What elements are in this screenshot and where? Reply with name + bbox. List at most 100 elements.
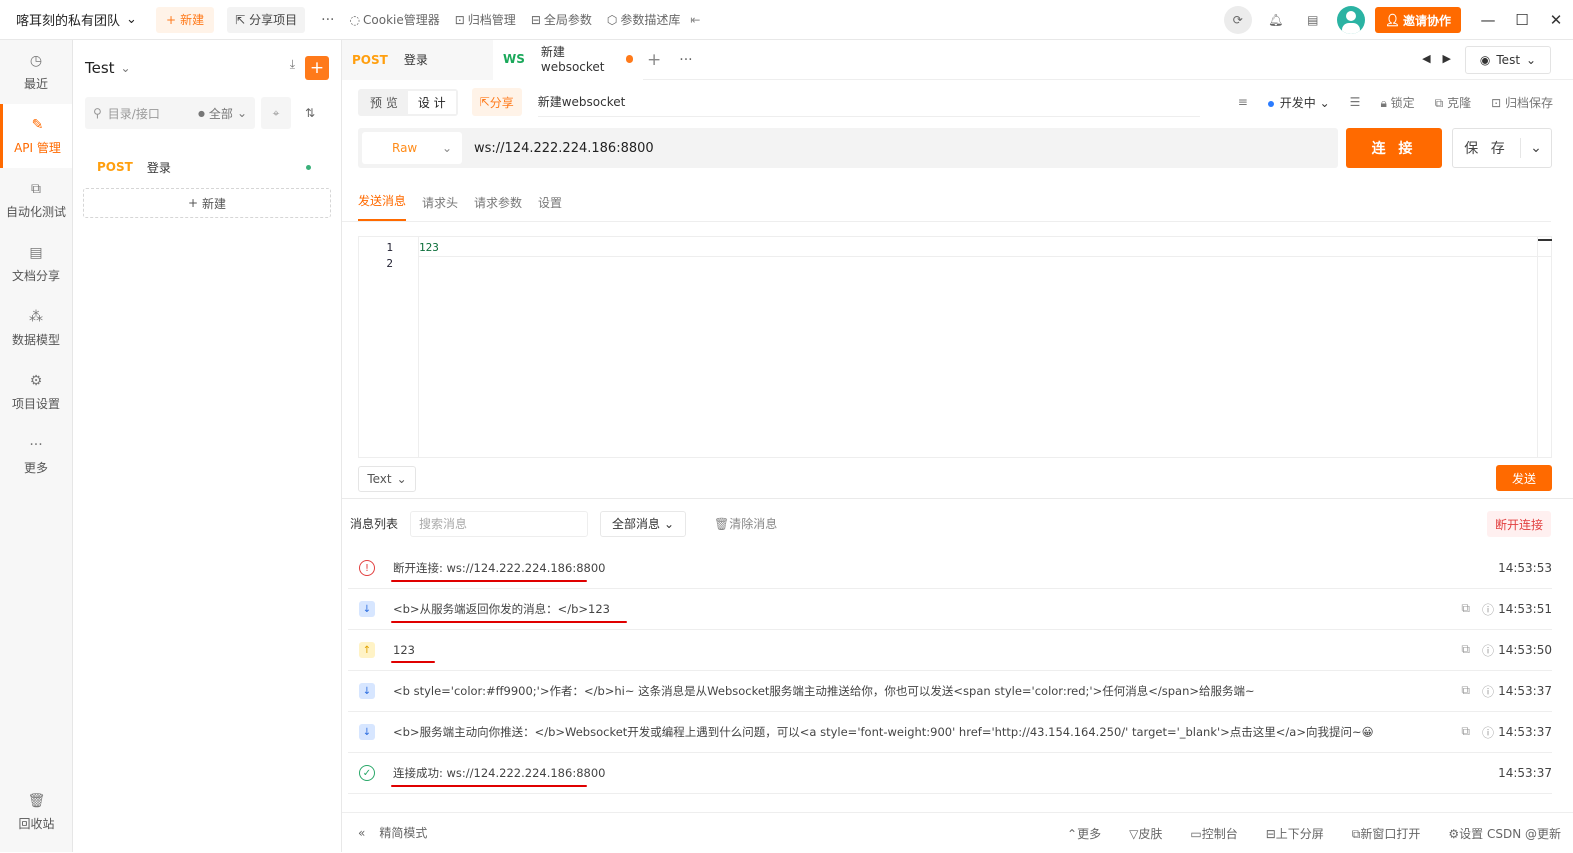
info-icon[interactable]: ⓘ (1482, 642, 1494, 659)
import-icon[interactable]: ⤓ (290, 57, 295, 72)
avatar[interactable] (1336, 6, 1365, 34)
message-search-input[interactable]: 搜索消息 (410, 510, 589, 537)
global-params-button[interactable]: ⊟ 全局参数 (531, 11, 592, 28)
tab-login[interactable]: POST 登录 (342, 39, 493, 80)
format-selector[interactable]: Text ⌄ (358, 466, 416, 492)
locate-icon[interactable]: ⌖ (261, 97, 291, 129)
message-filter[interactable]: 全部消息 ⌄ (600, 510, 687, 537)
team-name: 喀耳刻的私有团队 (16, 14, 121, 29)
url-input[interactable]: ws://124.222.224.186:8800 (474, 141, 654, 156)
chevron-down-icon[interactable]: ⌄ (121, 61, 131, 75)
copy-icon[interactable]: ⧉ (1461, 724, 1470, 741)
param-library-button[interactable]: ⬡ 参数描述库 (607, 11, 681, 28)
chevron-down-icon: ⌄ (396, 472, 407, 486)
tree-filter[interactable]: ● 全部 ⌄ (198, 105, 247, 122)
nav-automation-test[interactable]: ⧉ 自动化测试 (0, 168, 72, 232)
footer-skin[interactable]: ▽皮肤 (1129, 825, 1162, 842)
nav-doc-share[interactable]: ▤ 文档分享 (0, 232, 72, 296)
preview-tab[interactable]: 预 览 (360, 91, 408, 114)
clear-messages-button[interactable]: 🗑︎清除消息 (714, 515, 777, 532)
save-button[interactable]: 保 存 ⌄ (1452, 128, 1552, 168)
minimize-icon[interactable]: — (1471, 0, 1505, 40)
tree-new-button[interactable]: + 新建 (83, 188, 331, 218)
sort-icon[interactable]: ⇅ (297, 97, 323, 129)
search-placeholder: 目录/接口 (107, 106, 160, 121)
trash-icon: 🗑︎ (27, 792, 46, 809)
disconnect-button[interactable]: 断开连接 (1486, 511, 1551, 537)
tab-params[interactable]: 请求参数 (474, 194, 522, 221)
code-area[interactable]: 123 (419, 237, 1552, 457)
send-button[interactable]: 发送 (1496, 465, 1552, 491)
nav-more[interactable]: ··· 更多 (0, 424, 72, 488)
info-icon[interactable]: ⓘ (1482, 683, 1494, 700)
protocol-selector[interactable]: Raw ⌄ (362, 132, 462, 164)
footer-console[interactable]: ▭控制台 (1190, 825, 1237, 842)
project-selector[interactable]: Test (85, 59, 115, 77)
environment-selector[interactable]: ◉ Test ⌄ (1465, 46, 1551, 74)
nav-project-settings[interactable]: ⚙ 项目设置 (0, 360, 72, 424)
nav-recycle-bin[interactable]: 🗑︎ 回收站 (0, 780, 73, 844)
outline-icon[interactable]: ☰ (1350, 95, 1361, 109)
new-button[interactable]: + 新建 (156, 6, 215, 33)
api-name-field[interactable]: 新建websocket (537, 87, 1200, 117)
tab-websocket[interactable]: WS 新建websocket (493, 39, 643, 80)
invite-button[interactable]: 👤︎ 邀请协作 (1374, 7, 1461, 33)
sync-icon[interactable]: ⟳ (1223, 6, 1252, 34)
arrow-right-icon[interactable]: ▶ (1443, 52, 1451, 65)
arrow-down-icon: ↓ (359, 601, 375, 617)
tree-item-login[interactable]: POST 登录 (73, 146, 341, 188)
copy-icon[interactable]: ⧉ (1461, 642, 1470, 659)
format-icon[interactable]: ≡ (1238, 95, 1248, 109)
bell-icon[interactable]: 🔔︎ (1263, 7, 1289, 33)
tab-send-message[interactable]: 发送消息 (358, 192, 407, 221)
maximize-icon[interactable]: ☐ (1505, 0, 1539, 40)
lock-button[interactable]: 🔒︎ 锁定 (1380, 94, 1414, 111)
notes-icon[interactable]: ▤ (1300, 7, 1326, 33)
team-selector[interactable]: 喀耳刻的私有团队 ⌄ (16, 10, 144, 29)
nav-api-management[interactable]: ✎ API 管理 (0, 104, 72, 168)
chevron-down-icon[interactable]: ⌄ (1521, 140, 1551, 156)
invite-label: 邀请协作 (1402, 13, 1451, 28)
check-icon: ✓ (359, 765, 375, 781)
message-editor[interactable]: 12 123 (358, 236, 1552, 458)
collapse-left-icon[interactable]: « (358, 826, 365, 840)
footer-settings[interactable]: ⚙设置 CSDN @更新 (1448, 825, 1561, 842)
method-badge: POST (352, 52, 388, 67)
api-toolbar: 预 览设 计 ⇱ 分享 新建websocket ≡ 开发中 ⌄ ☰ 🔒︎ 锁定 ⧉… (342, 80, 1573, 124)
connect-button[interactable]: 连 接 (1346, 128, 1442, 168)
tree-search-input[interactable]: ⚲ 目录/接口 ● 全部 ⌄ (85, 97, 255, 129)
tab-more-icon[interactable]: ··· (679, 52, 692, 68)
tab-headers[interactable]: 请求头 (422, 194, 458, 221)
share-api-button[interactable]: ⇱ 分享 (471, 88, 522, 116)
arrow-down-icon: ↓ (359, 724, 375, 740)
share-label: 分享项目 (249, 13, 298, 27)
close-icon[interactable]: ✕ (1539, 0, 1573, 40)
scrollbar[interactable] (1537, 237, 1552, 457)
red-underline-annotation (391, 621, 627, 623)
cookie-manager-button[interactable]: ◌ Cookie管理器 (350, 11, 440, 28)
simple-mode-button[interactable]: 精简模式 (379, 824, 427, 841)
footer-more[interactable]: ⌃更多 (1067, 825, 1101, 842)
more-menu-icon[interactable]: ··· (321, 12, 334, 28)
clone-button[interactable]: ⧉ 克隆 (1435, 94, 1471, 111)
message-time: 14:53:50 (1498, 643, 1552, 657)
collapse-icon[interactable]: ⇤ (690, 13, 700, 27)
nav-recent[interactable]: ◷ 最近 (0, 40, 72, 104)
nav-data-model[interactable]: ⁂ 数据模型 (0, 296, 72, 360)
info-icon[interactable]: ⓘ (1482, 724, 1494, 741)
footer-split[interactable]: ⊟上下分屏 (1266, 825, 1324, 842)
footer-new-window[interactable]: ⧉新窗口打开 (1352, 825, 1421, 842)
archive-save-button[interactable]: ⊡ 归档保存 (1491, 94, 1553, 111)
copy-icon[interactable]: ⧉ (1461, 683, 1470, 700)
share-project-button[interactable]: ⇱ 分享项目 (227, 6, 306, 33)
archive-manager-button[interactable]: ⊡ 归档管理 (455, 11, 516, 28)
copy-icon[interactable]: ⧉ (1461, 601, 1470, 618)
design-tab[interactable]: 设 计 (407, 90, 456, 114)
info-icon[interactable]: ⓘ (1482, 601, 1494, 618)
status-selector[interactable]: 开发中 ⌄ (1267, 94, 1330, 111)
add-api-button[interactable]: + (305, 56, 329, 80)
message-text: <b style='color:#ff9900;'>作者：</b>hi~ 这条消… (393, 684, 1255, 698)
add-tab-icon[interactable]: + (647, 50, 661, 70)
arrow-left-icon[interactable]: ◀ (1422, 52, 1430, 65)
tab-settings[interactable]: 设置 (538, 194, 562, 221)
